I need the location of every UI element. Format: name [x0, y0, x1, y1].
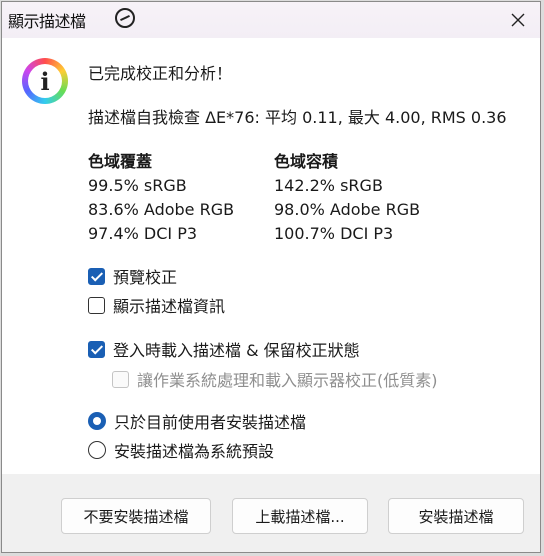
- gamut-volume-adobe-rgb: 98.0% Adobe RGB: [274, 200, 421, 219]
- profile-self-check: 描述檔自我檢查 ΔE*76: 平均 0.11, 最大 4.00, RMS 0.3…: [88, 108, 507, 127]
- preview-calibration-checkbox[interactable]: [88, 267, 105, 285]
- gamut-coverage-srgb: 99.5% sRGB: [88, 176, 187, 195]
- load-on-login-checkbox[interactable]: [88, 340, 105, 358]
- button-bar: 不要安裝描述檔 上載描述檔... 安裝描述檔: [2, 474, 540, 552]
- gamut-volume-srgb: 142.2% sRGB: [274, 176, 383, 195]
- info-icon: i: [22, 58, 68, 104]
- install-system-default-label: 安裝描述檔為系統預設: [114, 442, 275, 461]
- install-system-default-option[interactable]: 安裝描述檔為系統預設: [88, 438, 274, 462]
- load-on-login-option[interactable]: 登入時載入描述檔 & 保留校正狀態: [88, 337, 360, 361]
- install-current-user-radio[interactable]: [88, 412, 106, 430]
- preview-calibration-label: 預覽校正: [113, 268, 178, 287]
- dont-install-button[interactable]: 不要安裝描述檔: [61, 498, 211, 534]
- gamut-volume-dci-p3: 100.7% DCI P3: [274, 224, 394, 243]
- show-profile-info-checkbox[interactable]: [88, 296, 105, 314]
- load-on-login-label: 登入時載入描述檔 & 保留校正狀態: [113, 341, 360, 360]
- install-system-default-radio[interactable]: [88, 441, 106, 459]
- os-handles-loading-checkbox: [112, 370, 129, 388]
- dialog-window: 顯示描述檔 i 已完成校正和分析！ 描述檔自我檢查 ΔE*76: 平均 0.11…: [1, 1, 541, 553]
- show-profile-info-label: 顯示描述檔資訊: [113, 297, 226, 316]
- install-profile-button[interactable]: 安裝描述檔: [388, 498, 524, 534]
- gamut-volume-header: 色域容積: [274, 152, 339, 171]
- gamut-coverage-header: 色域覆蓋: [88, 152, 153, 171]
- install-current-user-label: 只於目前使用者安裝描述檔: [114, 413, 307, 432]
- gamut-coverage: 色域覆蓋 99.5% sRGB 83.6% Adobe RGB 97.4% DC…: [88, 150, 234, 246]
- os-handles-loading-option: 讓作業系統處理和載入顯示器校正(低質素): [112, 367, 438, 391]
- headline: 已完成校正和分析！: [88, 64, 233, 83]
- upload-profile-button[interactable]: 上載描述檔...: [232, 498, 368, 534]
- install-current-user-option[interactable]: 只於目前使用者安裝描述檔: [88, 409, 306, 433]
- close-button[interactable]: [496, 2, 540, 38]
- gamut-volume: 色域容積 142.2% sRGB 98.0% Adobe RGB 100.7% …: [274, 150, 420, 246]
- title-bar: 顯示描述檔: [2, 2, 540, 38]
- preview-calibration-option[interactable]: 預覽校正: [88, 264, 177, 288]
- close-icon: [511, 13, 525, 27]
- app-icon: [115, 8, 135, 28]
- gamut-coverage-dci-p3: 97.4% DCI P3: [88, 224, 198, 243]
- show-profile-info-option[interactable]: 顯示描述檔資訊: [88, 293, 225, 317]
- os-handles-loading-label: 讓作業系統處理和載入顯示器校正(低質素): [137, 371, 438, 390]
- window-title: 顯示描述檔: [8, 12, 86, 31]
- dialog-content: i 已完成校正和分析！ 描述檔自我檢查 ΔE*76: 平均 0.11, 最大 4…: [2, 38, 540, 474]
- gamut-coverage-adobe-rgb: 83.6% Adobe RGB: [88, 200, 235, 219]
